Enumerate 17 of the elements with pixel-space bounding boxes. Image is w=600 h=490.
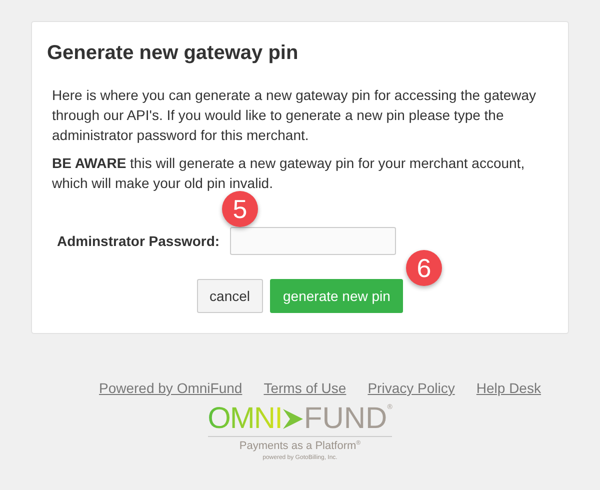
warning-text: BE AWARE this will generate a new gateway pin for your merchant account, which will make your old pin invalid. [51,154,526,193]
registered-mark: ® [387,404,392,411]
logo-fund-text: FUND [304,404,388,434]
arrow-icon [282,407,304,431]
intro-text: Here is where you can generate a new gateway pin for accessing the gateway through our API's. If you would like to generate a new pin please type the administrator password for this merchant. [51,86,538,145]
step-number-badge: 5 [222,191,258,227]
step-number-badge: 6 [406,250,442,286]
password-field[interactable] [230,227,396,255]
footer-link[interactable]: Help Desk [476,380,541,396]
cancel-button[interactable]: cancel [196,279,264,313]
footer-link[interactable]: Terms of Use [264,380,346,396]
generate-button[interactable]: generate new pin [270,279,404,313]
footer-link[interactable]: Privacy Policy [368,380,455,396]
footer-link[interactable]: Powered by OmniFund [99,380,242,396]
logo-tagline: Payments as a Platform$^{®}$ [239,440,361,452]
password-label: Adminstrator Password: [57,233,220,249]
dialog-title: Generate new gateway pin [47,42,300,65]
